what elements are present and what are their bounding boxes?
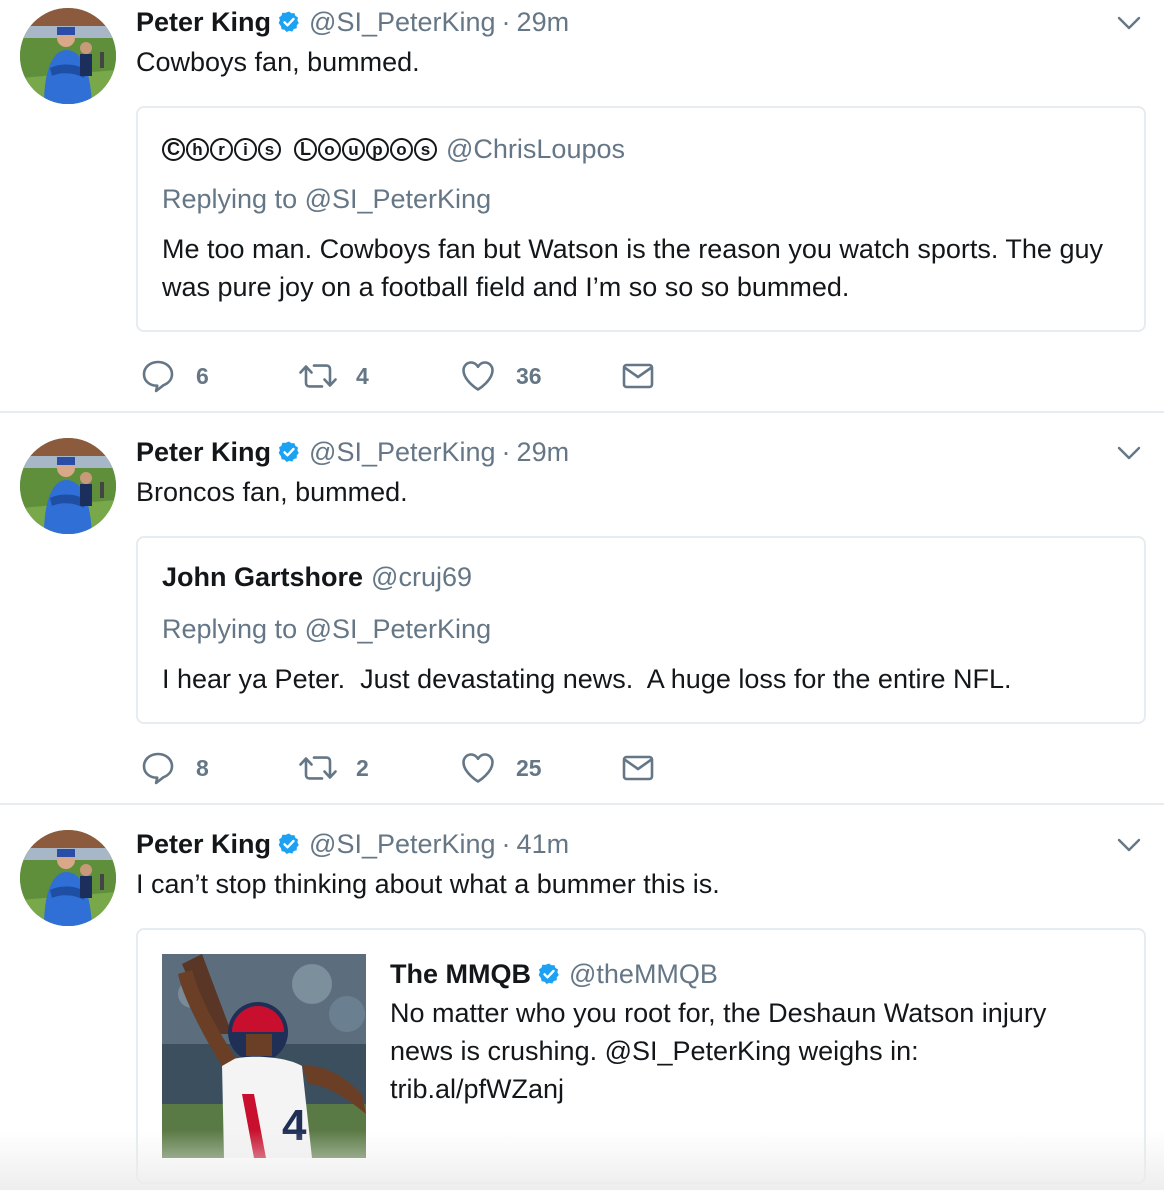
quoted-author-name: The MMQB — [390, 958, 531, 989]
circled-letter-glyph: r — [210, 138, 233, 161]
quoted-header: John Gartshore @cruj69 — [162, 562, 472, 593]
author-name[interactable]: Peter King — [136, 437, 271, 468]
quoted-author-name: ChrisLoupos — [162, 138, 438, 161]
envelope-icon[interactable] — [620, 358, 656, 394]
reply-action[interactable]: 6 — [140, 358, 209, 394]
avatar-image — [20, 8, 116, 104]
heart-icon[interactable] — [460, 750, 496, 786]
avatar[interactable] — [20, 438, 116, 534]
circled-letter-glyph: p — [366, 138, 389, 161]
tweet-header: Peter King @SI_PeterKing · 29m — [136, 4, 569, 40]
circled-letter-glyph: u — [342, 138, 365, 161]
author-handle[interactable]: @SI_PeterKing — [309, 829, 496, 860]
tweet-actions: 8 2 25 — [140, 750, 740, 786]
timestamp[interactable]: 29m — [517, 437, 570, 468]
separator-dot: · — [501, 828, 511, 859]
verified-badge-icon — [537, 962, 561, 986]
verified-badge-icon — [277, 832, 301, 856]
verified-badge-icon — [277, 440, 301, 464]
like-action[interactable]: 25 — [460, 750, 542, 786]
quoted-text-line: news is crushing. @SI_PeterKing weighs i… — [390, 1036, 919, 1066]
quoted-author-handle: @ChrisLoupos — [446, 134, 625, 164]
retweet-count: 2 — [356, 754, 369, 781]
retweet-action[interactable]: 2 — [298, 750, 369, 786]
tweet-actions: 6 4 36 — [140, 358, 740, 394]
timestamp[interactable]: 29m — [517, 7, 570, 38]
football-player-image: 4 — [162, 954, 366, 1158]
like-count: 36 — [516, 362, 542, 389]
reply-icon[interactable] — [140, 750, 176, 786]
quoted-text: Me too man. Cowboys fan but Watson is th… — [162, 234, 1103, 302]
quoted-author-handle: @cruj69 — [371, 562, 472, 592]
quoted-text: No matter who you root for, the Deshaun … — [390, 994, 1120, 1108]
retweet-icon[interactable] — [298, 358, 338, 394]
circled-letter-glyph: o — [318, 138, 341, 161]
svg-text:4: 4 — [282, 1101, 307, 1150]
chevron-down-icon[interactable] — [1116, 440, 1142, 466]
quoted-text-line: No matter who you root for, the Deshaun … — [390, 998, 1047, 1028]
heart-icon[interactable] — [460, 358, 496, 394]
quoted-tweet[interactable]: John Gartshore @cruj69 Replying to @SI_P… — [136, 536, 1146, 724]
avatar-image — [20, 438, 116, 534]
tweet-header: Peter King @SI_PeterKing · 41m — [136, 826, 569, 862]
reply-icon[interactable] — [140, 358, 176, 394]
circled-letter-glyph: C — [162, 138, 185, 161]
tweet[interactable]: Peter King @SI_PeterKing · 29m Broncos f… — [0, 413, 1164, 803]
circled-letter-glyph: L — [294, 138, 317, 161]
replying-to[interactable]: Replying to @SI_PeterKing — [162, 614, 491, 645]
reply-action[interactable]: 8 — [140, 750, 209, 786]
chevron-down-icon[interactable] — [1116, 832, 1142, 858]
like-action[interactable]: 36 — [460, 358, 542, 394]
retweet-count: 4 — [356, 362, 369, 389]
quoted-tweet[interactable]: 4 The MMQB @theMMQB No matter who you ro… — [136, 928, 1146, 1184]
timestamp[interactable]: 41m — [517, 829, 570, 860]
circled-letter-glyph: i — [234, 138, 257, 161]
reply-count: 8 — [196, 754, 209, 781]
avatar-image — [20, 830, 116, 926]
quoted-header: The MMQB @theMMQB — [390, 954, 1120, 994]
tweet[interactable]: Peter King @SI_PeterKing · 41m I can’t s… — [0, 805, 1164, 1190]
tweet-header: Peter King @SI_PeterKing · 29m — [136, 434, 569, 470]
quoted-header: ChrisLoupos @ChrisLoupos — [162, 134, 625, 165]
tweet-text: Cowboys fan, bummed. — [136, 47, 420, 77]
avatar[interactable] — [20, 830, 116, 926]
author-name[interactable]: Peter King — [136, 7, 271, 38]
circled-letter-glyph: o — [390, 138, 413, 161]
quoted-card-body: The MMQB @theMMQB No matter who you root… — [390, 954, 1120, 1108]
tweet-text: I can’t stop thinking about what a bumme… — [136, 869, 720, 899]
replying-to[interactable]: Replying to @SI_PeterKing — [162, 184, 491, 215]
circled-letter-glyph: s — [258, 138, 281, 161]
dm-action[interactable] — [620, 358, 656, 394]
author-handle[interactable]: @SI_PeterKing — [309, 7, 496, 38]
quoted-text: I hear ya Peter. Just devastating news. … — [162, 664, 1012, 694]
avatar[interactable] — [20, 8, 116, 104]
quoted-media-thumbnail[interactable]: 4 — [162, 954, 366, 1158]
verified-badge-icon — [277, 10, 301, 34]
quoted-author-name: John Gartshore — [162, 562, 364, 592]
like-count: 25 — [516, 754, 542, 781]
retweet-action[interactable]: 4 — [298, 358, 369, 394]
quoted-link[interactable]: trib.al/pfWZanj — [390, 1070, 1120, 1108]
separator-dot: · — [501, 6, 511, 37]
reply-count: 6 — [196, 362, 209, 389]
tweet[interactable]: Peter King @SI_PeterKing · 29m Cowboys f… — [0, 0, 1164, 412]
quoted-author-handle: @theMMQB — [569, 958, 718, 989]
author-name[interactable]: Peter King — [136, 829, 271, 860]
quoted-tweet[interactable]: ChrisLoupos @ChrisLoupos Replying to @SI… — [136, 106, 1146, 332]
circled-letter-glyph: h — [186, 138, 209, 161]
retweet-icon[interactable] — [298, 750, 338, 786]
circled-letter-glyph: s — [414, 138, 437, 161]
author-handle[interactable]: @SI_PeterKing — [309, 437, 496, 468]
dm-action[interactable] — [620, 750, 656, 786]
separator-dot: · — [501, 436, 511, 467]
tweet-text: Broncos fan, bummed. — [136, 477, 408, 507]
chevron-down-icon[interactable] — [1116, 10, 1142, 36]
envelope-icon[interactable] — [620, 750, 656, 786]
